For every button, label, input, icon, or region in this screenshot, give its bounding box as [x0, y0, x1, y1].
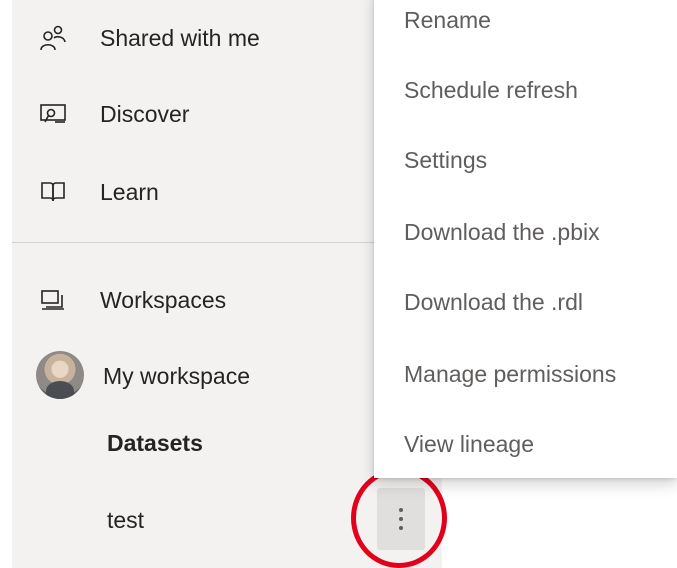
menu-item-settings[interactable]: Settings	[404, 140, 664, 180]
nav-item-label: My workspace	[103, 362, 250, 389]
book-icon	[38, 177, 68, 207]
nav-item-label: Discover	[100, 100, 190, 127]
menu-item-download-rdl[interactable]: Download the .rdl	[404, 282, 664, 322]
section-heading-datasets: Datasets	[107, 430, 203, 456]
more-options-button[interactable]	[377, 488, 425, 550]
menu-item-download-pbix[interactable]: Download the .pbix	[404, 212, 664, 252]
menu-item-view-lineage[interactable]: View lineage	[404, 424, 664, 464]
screen: Shared with me Discover Learn Workspaces…	[0, 0, 677, 568]
more-options-icon	[399, 508, 403, 530]
nav-item-label: Workspaces	[100, 286, 227, 313]
nav-item-label: Shared with me	[100, 24, 260, 51]
nav-item-label: Learn	[100, 178, 159, 205]
people-icon	[38, 23, 68, 53]
menu-item-rename[interactable]: Rename	[404, 0, 664, 40]
menu-item-manage-permissions[interactable]: Manage permissions	[404, 354, 664, 394]
context-menu: Rename Schedule refresh Settings Downloa…	[374, 0, 677, 478]
workspaces-icon	[38, 285, 68, 315]
dataset-item-test[interactable]: test	[107, 507, 144, 534]
menu-item-schedule-refresh[interactable]: Schedule refresh	[404, 70, 664, 110]
discover-icon	[38, 99, 68, 129]
avatar	[36, 351, 84, 399]
